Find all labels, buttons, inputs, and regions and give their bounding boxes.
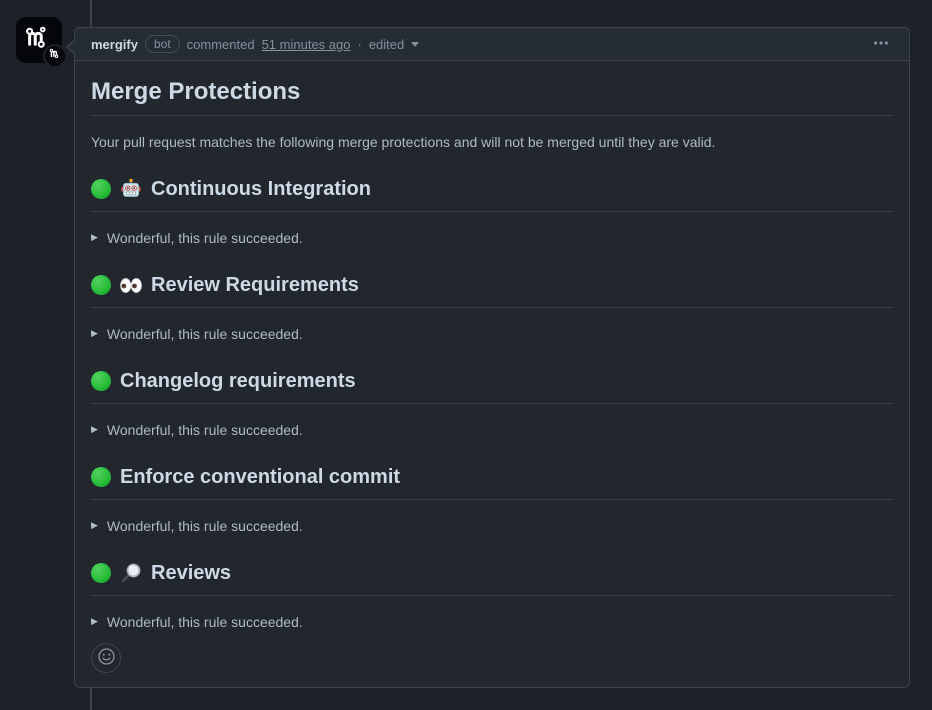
dot-separator: · bbox=[357, 37, 361, 52]
rule-heading-review-requirements: Review Requirements bbox=[91, 271, 893, 308]
edited-toggle[interactable]: edited bbox=[369, 37, 419, 52]
kebab-horizontal-icon bbox=[873, 35, 889, 54]
comment-body: Merge Protections Your pull request matc… bbox=[75, 61, 909, 687]
green-circle-icon bbox=[91, 467, 111, 487]
rule-heading-reviews: Reviews bbox=[91, 559, 893, 596]
rule-title-label: Review Requirements bbox=[151, 271, 359, 299]
page-title: Merge Protections bbox=[91, 77, 893, 116]
rule-summary[interactable]: Wonderful, this rule succeeded. bbox=[91, 228, 893, 249]
intro-text: Your pull request matches the following … bbox=[91, 132, 893, 153]
green-circle-icon bbox=[91, 371, 111, 391]
comment-options-button[interactable] bbox=[869, 31, 893, 58]
rule-details: Wonderful, this rule succeeded. bbox=[91, 420, 893, 441]
rule-summary[interactable]: Wonderful, this rule succeeded. bbox=[91, 612, 893, 633]
bot-badge: bot bbox=[145, 35, 180, 53]
rule-details: Wonderful, this rule succeeded. bbox=[91, 612, 893, 633]
rule-details: Wonderful, this rule succeeded. bbox=[91, 228, 893, 249]
magnifying-glass-icon bbox=[120, 562, 142, 584]
rule-summary[interactable]: Wonderful, this rule succeeded. bbox=[91, 324, 893, 345]
chevron-down-icon bbox=[411, 42, 419, 47]
rule-title-label: Reviews bbox=[151, 559, 231, 587]
rule-title-label: Enforce conventional commit bbox=[120, 463, 400, 491]
smiley-icon bbox=[98, 648, 115, 668]
rule-heading-continuous-integration: Continuous Integration bbox=[91, 175, 893, 212]
rule-summary[interactable]: Wonderful, this rule succeeded. bbox=[91, 420, 893, 441]
rule-heading-changelog-requirements: Changelog requirements bbox=[91, 367, 893, 404]
mergify-mini-logo-icon bbox=[49, 47, 62, 65]
green-circle-icon bbox=[91, 563, 111, 583]
action-text: commented bbox=[187, 37, 255, 52]
rule-title-label: Continuous Integration bbox=[151, 175, 371, 203]
edited-label: edited bbox=[369, 37, 404, 52]
eyes-icon bbox=[120, 278, 142, 293]
bot-mini-avatar-badge bbox=[43, 44, 67, 68]
rule-details: Wonderful, this rule succeeded. bbox=[91, 516, 893, 537]
rule-summary[interactable]: Wonderful, this rule succeeded. bbox=[91, 516, 893, 537]
green-circle-icon bbox=[91, 275, 111, 295]
pr-timeline: mergify bot commented 51 minutes ago · e… bbox=[0, 0, 932, 710]
comment-card: mergify bot commented 51 minutes ago · e… bbox=[74, 27, 910, 688]
robot-icon bbox=[120, 178, 142, 200]
avatar[interactable] bbox=[16, 17, 62, 63]
rule-title-label: Changelog requirements bbox=[120, 367, 356, 395]
rule-heading-enforce-conventional-commit: Enforce conventional commit bbox=[91, 463, 893, 500]
timestamp-link[interactable]: 51 minutes ago bbox=[262, 37, 351, 52]
rule-details: Wonderful, this rule succeeded. bbox=[91, 324, 893, 345]
author-login[interactable]: mergify bbox=[91, 37, 138, 52]
comment-header: mergify bot commented 51 minutes ago · e… bbox=[75, 28, 909, 61]
add-reaction-button[interactable] bbox=[91, 643, 121, 673]
green-circle-icon bbox=[91, 179, 111, 199]
